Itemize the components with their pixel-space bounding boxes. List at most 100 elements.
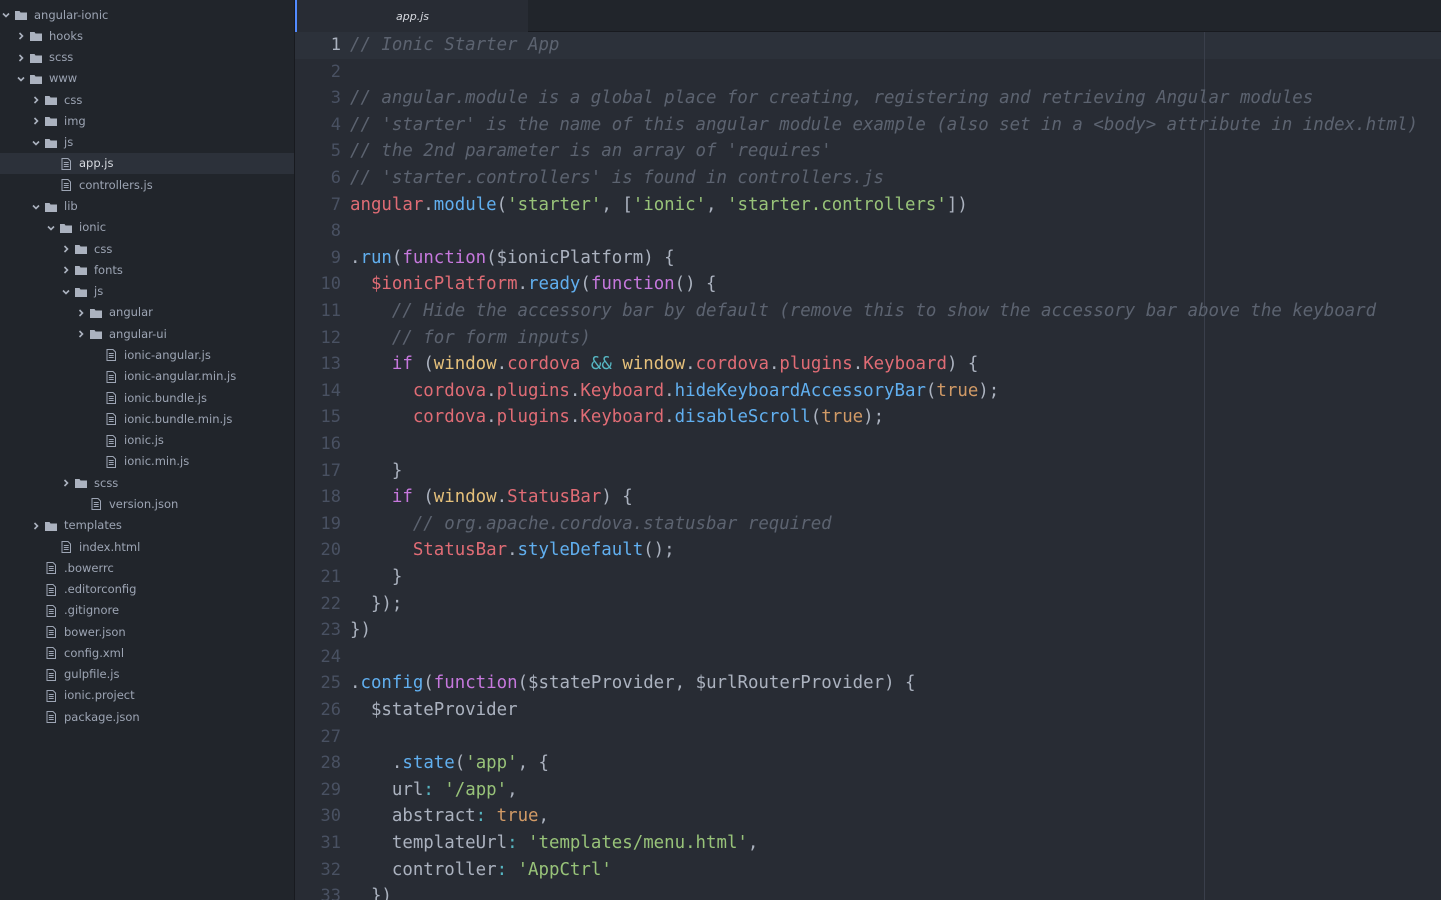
code-line[interactable]: // 'starter' is the name of this angular… xyxy=(350,112,1418,139)
code-line[interactable]: $ionicPlatform.ready(function() { xyxy=(350,271,717,298)
code-token: ( xyxy=(517,673,529,694)
code-token: . xyxy=(517,274,529,295)
tree-file[interactable]: ionic.bundle.min.js xyxy=(0,409,294,430)
tree-item-label: gulpfile.js xyxy=(64,667,120,682)
chevron-down-icon[interactable] xyxy=(0,9,12,21)
code-line[interactable]: // the 2nd parameter is an array of 'req… xyxy=(350,138,832,165)
tree-folder[interactable]: angular-ionic xyxy=(0,5,294,26)
chevron-right-icon[interactable] xyxy=(75,328,87,340)
tree-folder[interactable]: templates xyxy=(0,515,294,536)
tree-folder[interactable]: lib xyxy=(0,196,294,217)
file-text-icon xyxy=(44,646,58,660)
tree-folder[interactable]: scss xyxy=(0,47,294,68)
tree-file[interactable]: ionic.project xyxy=(0,685,294,706)
tree-file[interactable]: package.json xyxy=(0,707,294,728)
tab-app-js[interactable]: app.js xyxy=(295,0,528,32)
code-token: function xyxy=(433,673,518,694)
code-line[interactable]: StatusBar.styleDefault(); xyxy=(350,537,675,564)
code-token: ( xyxy=(496,194,508,215)
code-token: // 'starter' is the name of this angular… xyxy=(350,114,1418,135)
code-line[interactable]: templateUrl: 'templates/menu.html', xyxy=(350,830,759,857)
chevron-down-icon[interactable] xyxy=(30,137,42,149)
code-editor[interactable]: 1 2 3 4 5 6 7 8 9 10 11 12 13 14 15 16 17 18 19 20 21 22 23 24 2… xyxy=(295,32,1441,900)
chevron-right-icon[interactable] xyxy=(75,307,87,319)
tree-file[interactable]: bower.json xyxy=(0,622,294,643)
code-line[interactable]: // Hide the accessory bar by default (re… xyxy=(350,298,1376,325)
tree-folder[interactable]: css xyxy=(0,90,294,111)
code-line[interactable]: if (window.StatusBar) { xyxy=(350,484,633,511)
tree-file[interactable]: ionic-angular.min.js xyxy=(0,366,294,387)
tree-folder[interactable]: hooks xyxy=(0,26,294,47)
tree-folder[interactable]: js xyxy=(0,281,294,302)
code-line[interactable]: // Ionic Starter App xyxy=(350,32,559,59)
tree-file[interactable]: app.js xyxy=(0,153,294,175)
tree-folder[interactable]: scss xyxy=(0,473,294,494)
tree-file[interactable]: version.json xyxy=(0,494,294,515)
code-token: }) xyxy=(350,620,371,641)
tree-file[interactable]: ionic.bundle.js xyxy=(0,388,294,409)
code-line[interactable]: // 'starter.controllers' is found in con… xyxy=(350,165,884,192)
code-token: } xyxy=(391,460,403,481)
tree-file[interactable]: index.html xyxy=(0,537,294,558)
tree-file[interactable]: .gitignore xyxy=(0,600,294,621)
folder-icon xyxy=(44,93,58,107)
code-line[interactable]: .config(function($stateProvider, $urlRou… xyxy=(350,670,915,697)
chevron-right-icon[interactable] xyxy=(60,243,72,255)
tree-item-label: ionic.bundle.js xyxy=(124,390,207,405)
chevron-down-icon[interactable] xyxy=(30,201,42,213)
code-token: ( xyxy=(454,753,466,774)
chevron-down-icon[interactable] xyxy=(15,73,27,85)
tree-folder[interactable]: fonts xyxy=(0,260,294,281)
code-line[interactable]: controller: 'AppCtrl' xyxy=(350,857,612,884)
tree-folder[interactable]: angular xyxy=(0,302,294,323)
tree-file[interactable]: gulpfile.js xyxy=(0,664,294,685)
code-token: function xyxy=(402,247,487,268)
code-line[interactable]: url: '/app', xyxy=(350,777,518,804)
chevron-right-icon[interactable] xyxy=(30,94,42,106)
tree-folder[interactable]: ionic xyxy=(0,217,294,238)
code-line[interactable]: // for form inputs) xyxy=(350,325,591,352)
code-token: ) { xyxy=(601,487,633,508)
code-line[interactable]: if (window.cordova && window.cordova.plu… xyxy=(350,351,979,378)
chevron-right-icon[interactable] xyxy=(30,115,42,127)
tree-item-label: ionic.min.js xyxy=(124,454,190,469)
tree-file[interactable]: .bowerrc xyxy=(0,558,294,579)
code-token: window xyxy=(622,354,686,375)
chevron-right-icon[interactable] xyxy=(60,264,72,276)
tree-file[interactable]: .editorconfig xyxy=(0,579,294,600)
code-line[interactable]: angular.module('starter', ['ionic', 'sta… xyxy=(350,192,968,219)
tree-file[interactable]: ionic.min.js xyxy=(0,451,294,472)
tree-folder[interactable]: js xyxy=(0,132,294,153)
code-token: , xyxy=(706,194,727,215)
code-line[interactable]: cordova.plugins.Keyboard.disableScroll(t… xyxy=(350,404,884,431)
code-line[interactable]: }) xyxy=(350,617,371,644)
tree-folder[interactable]: img xyxy=(0,111,294,132)
code-line[interactable]: // org.apache.cordova.statusbar required xyxy=(350,511,832,538)
tree-file[interactable]: controllers.js xyxy=(0,175,294,196)
tree-folder[interactable]: css xyxy=(0,239,294,260)
chevron-right-icon[interactable] xyxy=(30,520,42,532)
code-line[interactable]: } xyxy=(350,458,402,485)
chevron-right-icon[interactable] xyxy=(15,30,27,42)
code-line[interactable]: cordova.plugins.Keyboard.hideKeyboardAcc… xyxy=(350,378,999,405)
code-line[interactable]: } xyxy=(350,564,402,591)
code-line[interactable]: // angular.module is a global place for … xyxy=(350,85,1313,112)
code-line[interactable]: .state('app', { xyxy=(350,750,549,777)
tree-folder[interactable]: angular-ui xyxy=(0,324,294,345)
code-line[interactable]: }) xyxy=(350,883,392,900)
code-token: ( xyxy=(810,407,822,428)
chevron-down-icon[interactable] xyxy=(45,222,57,234)
tree-file[interactable]: ionic-angular.js xyxy=(0,345,294,366)
tree-file[interactable]: config.xml xyxy=(0,643,294,664)
code-line[interactable]: $stateProvider xyxy=(350,697,518,724)
code-line[interactable]: .run(function($ionicPlatform) { xyxy=(350,245,675,272)
chevron-right-icon[interactable] xyxy=(15,52,27,64)
chevron-right-icon[interactable] xyxy=(60,477,72,489)
code-token: . xyxy=(664,407,675,428)
code-line[interactable]: }); xyxy=(350,591,402,618)
tree-file[interactable]: ionic.js xyxy=(0,430,294,451)
tree-folder[interactable]: www xyxy=(0,68,294,89)
chevron-down-icon[interactable] xyxy=(60,286,72,298)
code-line[interactable]: abstract: true, xyxy=(350,803,549,830)
